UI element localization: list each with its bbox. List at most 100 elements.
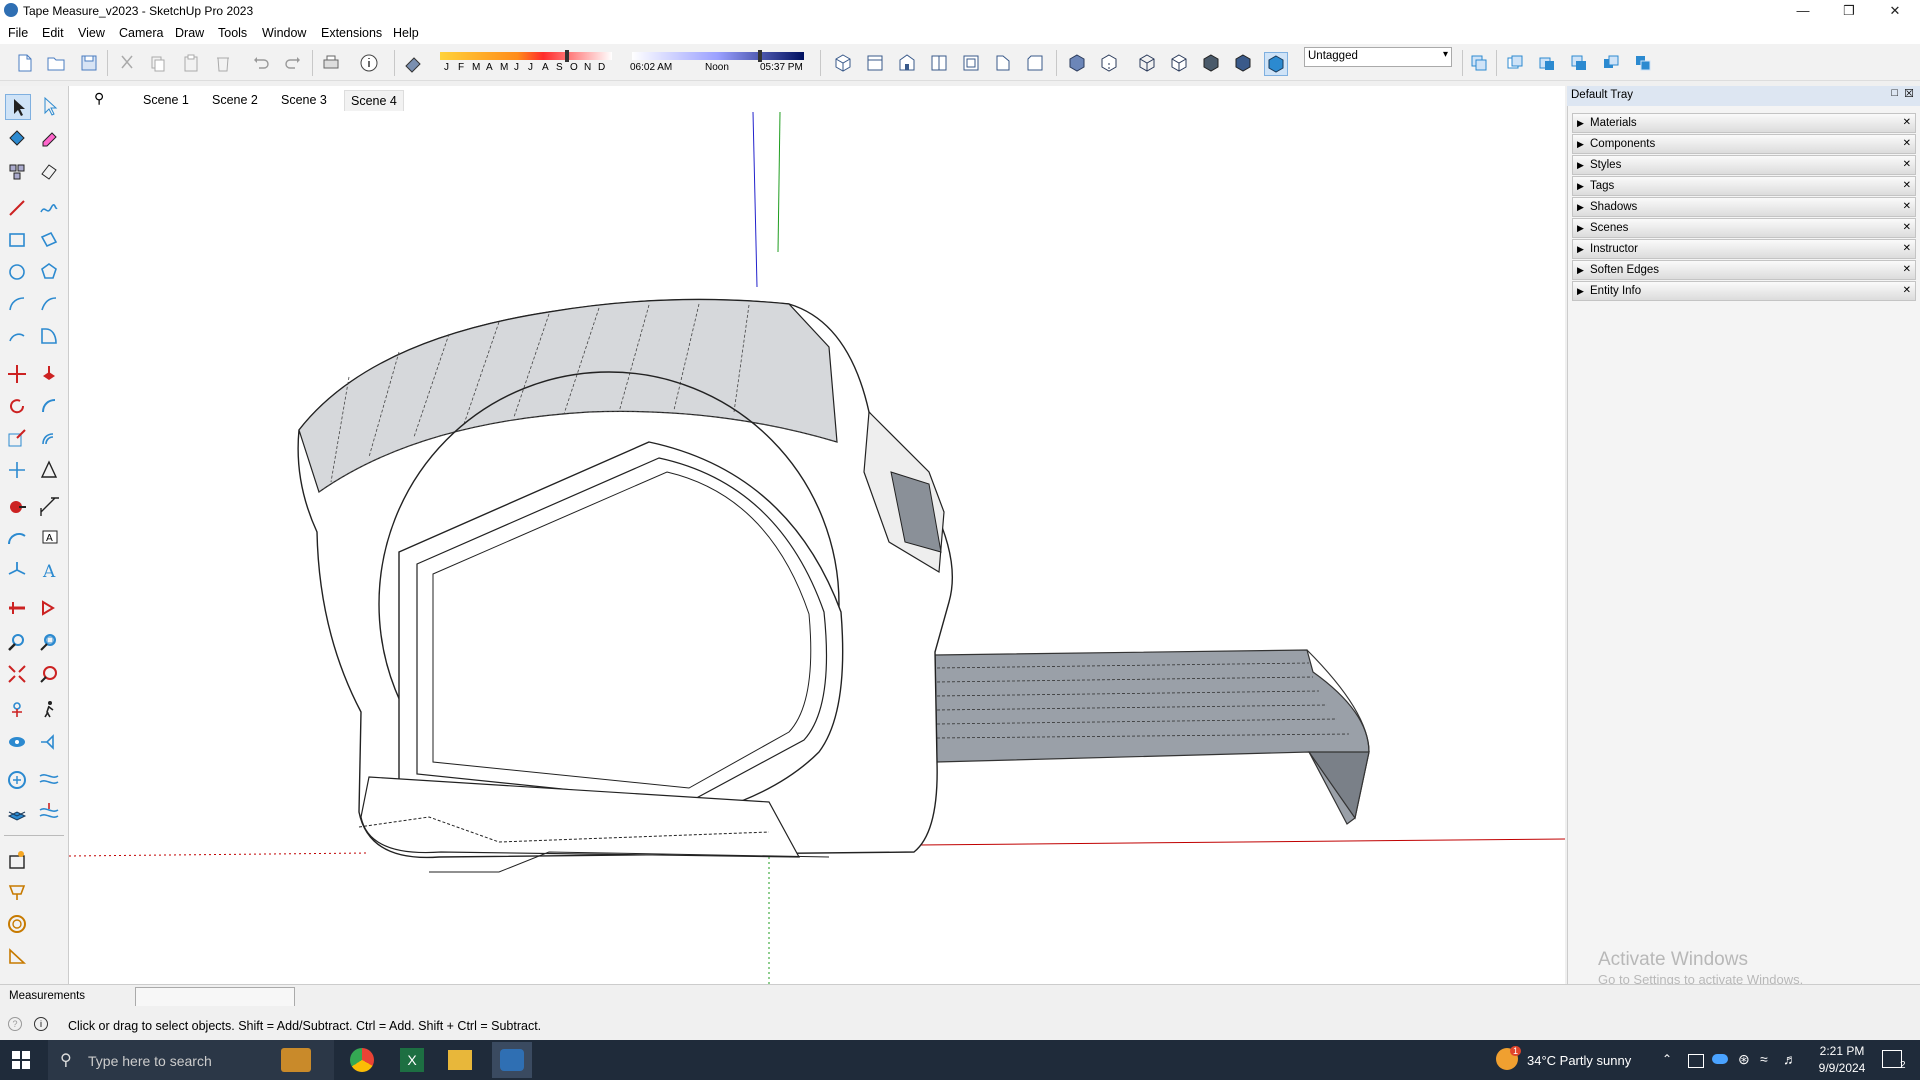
- model-info-icon[interactable]: [358, 52, 380, 74]
- panel-components[interactable]: ▶ Components ✕: [1572, 134, 1916, 154]
- rotate-tool-icon[interactable]: [5, 394, 29, 418]
- text-tool-icon[interactable]: A: [37, 526, 61, 550]
- maximize-button[interactable]: ❒: [1826, 0, 1872, 22]
- redo-icon[interactable]: [282, 52, 304, 74]
- orbit-view-icon[interactable]: [37, 730, 61, 754]
- sandbox-from-contours-icon[interactable]: [5, 768, 29, 792]
- panel-soften-edges[interactable]: ▶ Soften Edges ✕: [1572, 260, 1916, 280]
- panel-shadows[interactable]: ▶ Shadows ✕: [1572, 197, 1916, 217]
- tab-scene-4[interactable]: Scene 4: [344, 90, 404, 111]
- open-folder-icon[interactable]: [45, 52, 67, 74]
- layout-send-icon[interactable]: [5, 944, 29, 968]
- tape-measure-model[interactable]: [69, 112, 1565, 984]
- geo-location-icon[interactable]: ?: [8, 1017, 22, 1031]
- panel-entity-info[interactable]: ▶ Entity Info ✕: [1572, 281, 1916, 301]
- delete-icon[interactable]: [212, 52, 234, 74]
- left-view-icon[interactable]: [992, 52, 1014, 74]
- previous-view-icon[interactable]: [37, 662, 61, 686]
- undo-icon[interactable]: [250, 52, 272, 74]
- minimize-button[interactable]: —: [1780, 0, 1826, 22]
- widget-icon[interactable]: [281, 1048, 311, 1072]
- protractor-icon[interactable]: [5, 526, 29, 550]
- onedrive-icon[interactable]: [1712, 1054, 1728, 1064]
- measurements-input[interactable]: [135, 987, 295, 1007]
- zoom-window-icon[interactable]: [37, 630, 61, 654]
- panel-instructor[interactable]: ▶ Instructor ✕: [1572, 239, 1916, 259]
- scale-tool-icon[interactable]: [5, 426, 29, 450]
- menu-tools[interactable]: Tools: [218, 26, 247, 40]
- panel-tags[interactable]: ▶ Tags ✕: [1572, 176, 1916, 196]
- two-point-arc-icon[interactable]: [37, 292, 61, 316]
- mirror-tool-icon[interactable]: [37, 458, 61, 482]
- section-plane-icon[interactable]: [1468, 52, 1490, 74]
- wifi-icon[interactable]: ≈: [1760, 1051, 1768, 1067]
- bluetooth-icon[interactable]: ⊛: [1738, 1051, 1750, 1068]
- menu-window[interactable]: Window: [262, 26, 306, 40]
- time-slider-thumb[interactable]: [758, 50, 762, 62]
- position-camera-icon[interactable]: [5, 698, 29, 722]
- time-slider[interactable]: [632, 52, 804, 60]
- sketchup-taskbar-button[interactable]: [492, 1042, 532, 1078]
- tab-scene-3[interactable]: Scene 3: [275, 90, 333, 110]
- drape-tool-icon[interactable]: [37, 800, 61, 824]
- sandbox-scratch-icon[interactable]: [37, 768, 61, 792]
- search-icon[interactable]: ⚲: [94, 90, 104, 107]
- tag-eraser-icon[interactable]: [37, 160, 61, 184]
- polygon-tool-icon[interactable]: [37, 260, 61, 284]
- 3d-text-icon[interactable]: A: [37, 558, 61, 582]
- top-view-icon[interactable]: [864, 52, 886, 74]
- layer-tool-2-icon[interactable]: [1536, 52, 1558, 74]
- cut-icon[interactable]: [116, 52, 138, 74]
- tab-scene-1[interactable]: Scene 1: [137, 90, 195, 110]
- back-view-icon[interactable]: [960, 52, 982, 74]
- section-plane-tool-icon[interactable]: [5, 596, 29, 620]
- menu-extensions[interactable]: Extensions: [321, 26, 382, 40]
- zoom-tool-icon[interactable]: [5, 630, 29, 654]
- offset-tool-icon[interactable]: [37, 426, 61, 450]
- menu-camera[interactable]: Camera: [119, 26, 163, 40]
- follow-me-icon[interactable]: [37, 394, 61, 418]
- panel-materials[interactable]: ▶ Materials ✕: [1572, 113, 1916, 133]
- rotated-rectangle-icon[interactable]: [37, 228, 61, 252]
- move-tool-icon[interactable]: [5, 362, 29, 386]
- extension-manager-icon[interactable]: [5, 912, 29, 936]
- lasso-select-icon[interactable]: [37, 94, 61, 118]
- paste-icon[interactable]: [180, 52, 202, 74]
- shaded-textures-style-icon[interactable]: [1232, 52, 1254, 74]
- bottom-view-icon[interactable]: [1024, 52, 1046, 74]
- line-tool-icon[interactable]: [5, 196, 29, 220]
- menu-help[interactable]: Help: [393, 26, 419, 40]
- layer-tool-4-icon[interactable]: [1600, 52, 1622, 74]
- save-icon[interactable]: [78, 52, 100, 74]
- arc-tool-icon[interactable]: [5, 292, 29, 316]
- flip-tool-icon[interactable]: [5, 458, 29, 482]
- month-slider[interactable]: [440, 52, 612, 60]
- select-tool-icon[interactable]: [5, 94, 31, 120]
- tab-scene-2[interactable]: Scene 2: [206, 90, 264, 110]
- tag-select[interactable]: Untagged ▾: [1304, 47, 1452, 67]
- menu-file[interactable]: File: [8, 26, 28, 40]
- xray-style-icon[interactable]: [1066, 52, 1088, 74]
- back-edges-style-icon[interactable]: [1098, 52, 1120, 74]
- rectangle-tool-icon[interactable]: [5, 228, 29, 252]
- shadows-toggle-icon[interactable]: [402, 52, 424, 74]
- right-view-icon[interactable]: [928, 52, 950, 74]
- push-pull-icon[interactable]: [37, 362, 61, 386]
- close-icon[interactable]: ☒: [1904, 87, 1914, 100]
- layer-tool-3-icon[interactable]: [1568, 52, 1590, 74]
- volume-icon[interactable]: ♬: [1783, 1051, 1797, 1067]
- circle-tool-icon[interactable]: [5, 260, 29, 284]
- walk-tool-icon[interactable]: [37, 698, 61, 722]
- make-component-icon[interactable]: [5, 160, 29, 184]
- menu-draw[interactable]: Draw: [175, 26, 204, 40]
- monochrome-style-icon[interactable]: [1264, 52, 1288, 76]
- wireframe-style-icon[interactable]: [1136, 52, 1158, 74]
- layer-tool-5-icon[interactable]: [1632, 52, 1654, 74]
- month-slider-thumb[interactable]: [565, 50, 569, 62]
- zoom-extents-icon[interactable]: [5, 662, 29, 686]
- look-around-icon[interactable]: [5, 730, 29, 754]
- pie-tool-icon[interactable]: [37, 324, 61, 348]
- freehand-tool-icon[interactable]: [37, 196, 61, 220]
- shaded-style-icon[interactable]: [1200, 52, 1222, 74]
- clock-time[interactable]: 2:21 PM: [1812, 1044, 1872, 1058]
